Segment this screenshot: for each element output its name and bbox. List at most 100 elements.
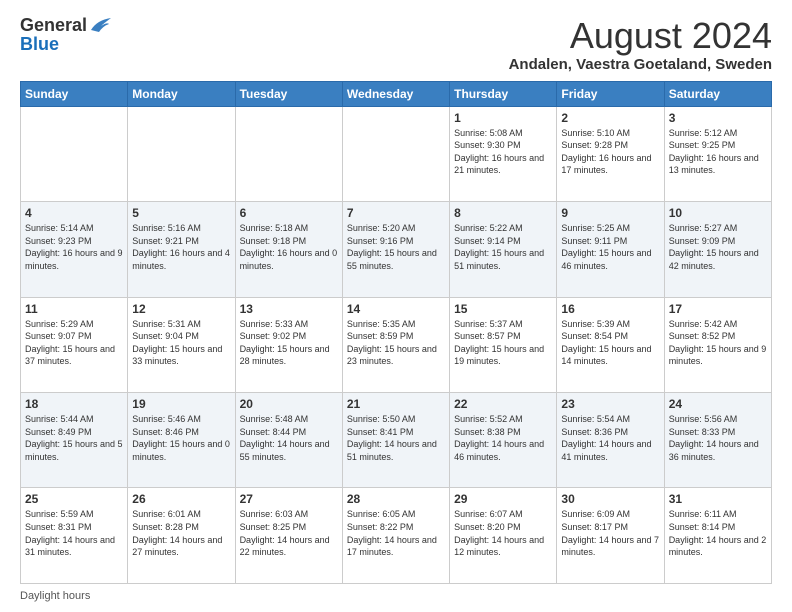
day-info: Sunrise: 6:07 AM Sunset: 8:20 PM Dayligh…: [454, 508, 552, 558]
day-info: Sunrise: 5:14 AM Sunset: 9:23 PM Dayligh…: [25, 222, 123, 272]
day-number: 19: [132, 397, 230, 411]
day-number: 12: [132, 302, 230, 316]
day-number: 30: [561, 492, 659, 506]
day-number: 21: [347, 397, 445, 411]
day-number: 15: [454, 302, 552, 316]
day-number: 18: [25, 397, 123, 411]
day-number: 5: [132, 206, 230, 220]
calendar-cell: 19 Sunrise: 5:46 AM Sunset: 8:46 PM Dayli…: [128, 393, 235, 488]
calendar-week-4: 18 Sunrise: 5:44 AM Sunset: 8:49 PM Dayli…: [21, 393, 772, 488]
day-info: Sunrise: 5:39 AM Sunset: 8:54 PM Dayligh…: [561, 318, 659, 368]
day-info: Sunrise: 5:52 AM Sunset: 8:38 PM Dayligh…: [454, 413, 552, 463]
day-number: 7: [347, 206, 445, 220]
col-wednesday: Wednesday: [342, 81, 449, 106]
calendar-week-3: 11 Sunrise: 5:29 AM Sunset: 9:07 PM Dayli…: [21, 297, 772, 392]
day-number: 6: [240, 206, 338, 220]
col-saturday: Saturday: [664, 81, 771, 106]
calendar-cell: 7 Sunrise: 5:20 AM Sunset: 9:16 PM Daylig…: [342, 202, 449, 297]
day-info: Sunrise: 5:20 AM Sunset: 9:16 PM Dayligh…: [347, 222, 445, 272]
calendar-header: Sunday Monday Tuesday Wednesday Thursday…: [21, 81, 772, 106]
calendar-cell: 20 Sunrise: 5:48 AM Sunset: 8:44 PM Dayli…: [235, 393, 342, 488]
calendar-cell: 26 Sunrise: 6:01 AM Sunset: 8:28 PM Dayli…: [128, 488, 235, 584]
day-number: 31: [669, 492, 767, 506]
calendar-week-1: 1 Sunrise: 5:08 AM Sunset: 9:30 PM Daylig…: [21, 106, 772, 201]
calendar-cell: 17Sunrise: 5:42 AM Sunset: 8:52 PM Dayli…: [664, 297, 771, 392]
day-number: 26: [132, 492, 230, 506]
day-info: Sunrise: 5:31 AM Sunset: 9:04 PM Dayligh…: [132, 318, 230, 368]
day-number: 4: [25, 206, 123, 220]
col-sunday: Sunday: [21, 81, 128, 106]
day-number: 11: [25, 302, 123, 316]
logo-general: General: [20, 16, 87, 34]
col-friday: Friday: [557, 81, 664, 106]
calendar-week-2: 4 Sunrise: 5:14 AM Sunset: 9:23 PM Daylig…: [21, 202, 772, 297]
day-number: 27: [240, 492, 338, 506]
day-info: Sunrise: 5:25 AM Sunset: 9:11 PM Dayligh…: [561, 222, 659, 272]
footer: Daylight hours: [20, 590, 772, 602]
day-info: Sunrise: 6:03 AM Sunset: 8:25 PM Dayligh…: [240, 508, 338, 558]
day-info: Sunrise: 5:16 AM Sunset: 9:21 PM Dayligh…: [132, 222, 230, 272]
day-number: 20: [240, 397, 338, 411]
day-number: 10: [669, 206, 767, 220]
calendar-week-5: 25 Sunrise: 5:59 AM Sunset: 8:31 PM Dayli…: [21, 488, 772, 584]
calendar-cell: 16 Sunrise: 5:39 AM Sunset: 8:54 PM Dayli…: [557, 297, 664, 392]
calendar-cell: 4 Sunrise: 5:14 AM Sunset: 9:23 PM Daylig…: [21, 202, 128, 297]
calendar-cell: 5 Sunrise: 5:16 AM Sunset: 9:21 PM Daylig…: [128, 202, 235, 297]
calendar-cell: 27 Sunrise: 6:03 AM Sunset: 8:25 PM Dayli…: [235, 488, 342, 584]
col-thursday: Thursday: [450, 81, 557, 106]
day-number: 2: [561, 111, 659, 125]
day-number: 3: [669, 111, 767, 125]
day-number: 13: [240, 302, 338, 316]
subtitle: Andalen, Vaestra Goetaland, Sweden: [509, 56, 772, 73]
day-info: Sunrise: 5:59 AM Sunset: 8:31 PM Dayligh…: [25, 508, 123, 558]
col-tuesday: Tuesday: [235, 81, 342, 106]
day-info: Sunrise: 5:10 AM Sunset: 9:28 PM Dayligh…: [561, 127, 659, 177]
day-info: Sunrise: 5:35 AM Sunset: 8:59 PM Dayligh…: [347, 318, 445, 368]
day-info: Sunrise: 6:09 AM Sunset: 8:17 PM Dayligh…: [561, 508, 659, 558]
logo-blue: Blue: [20, 34, 59, 55]
col-monday: Monday: [128, 81, 235, 106]
day-info: Sunrise: 5:37 AM Sunset: 8:57 PM Dayligh…: [454, 318, 552, 368]
page: General Blue August 2024 Andalen, Vaestr…: [0, 0, 792, 612]
day-info: Sunrise: 5:54 AM Sunset: 8:36 PM Dayligh…: [561, 413, 659, 463]
calendar-cell: [342, 106, 449, 201]
day-number: 29: [454, 492, 552, 506]
day-info: Sunrise: 5:08 AM Sunset: 9:30 PM Dayligh…: [454, 127, 552, 177]
day-number: 25: [25, 492, 123, 506]
header-row: Sunday Monday Tuesday Wednesday Thursday…: [21, 81, 772, 106]
calendar-cell: 2 Sunrise: 5:10 AM Sunset: 9:28 PM Daylig…: [557, 106, 664, 201]
calendar-cell: 10 Sunrise: 5:27 AM Sunset: 9:09 PM Dayli…: [664, 202, 771, 297]
day-info: Sunrise: 5:46 AM Sunset: 8:46 PM Dayligh…: [132, 413, 230, 463]
day-info: Sunrise: 5:44 AM Sunset: 8:49 PM Dayligh…: [25, 413, 123, 463]
calendar-cell: 1 Sunrise: 5:08 AM Sunset: 9:30 PM Daylig…: [450, 106, 557, 201]
day-number: 1: [454, 111, 552, 125]
day-number: 16: [561, 302, 659, 316]
day-info: Sunrise: 5:42 AM Sunset: 8:52 PM Dayligh…: [669, 318, 767, 368]
calendar-cell: [21, 106, 128, 201]
calendar-cell: 13 Sunrise: 5:33 AM Sunset: 9:02 PM Dayli…: [235, 297, 342, 392]
day-number: 9: [561, 206, 659, 220]
day-info: Sunrise: 5:18 AM Sunset: 9:18 PM Dayligh…: [240, 222, 338, 272]
day-number: 28: [347, 492, 445, 506]
calendar-cell: 29 Sunrise: 6:07 AM Sunset: 8:20 PM Dayli…: [450, 488, 557, 584]
day-info: Sunrise: 5:50 AM Sunset: 8:41 PM Dayligh…: [347, 413, 445, 463]
day-info: Sunrise: 5:29 AM Sunset: 9:07 PM Dayligh…: [25, 318, 123, 368]
calendar-body: 1 Sunrise: 5:08 AM Sunset: 9:30 PM Daylig…: [21, 106, 772, 583]
calendar-cell: 15 Sunrise: 5:37 AM Sunset: 8:57 PM Dayli…: [450, 297, 557, 392]
day-number: 8: [454, 206, 552, 220]
calendar-cell: 14Sunrise: 5:35 AM Sunset: 8:59 PM Dayli…: [342, 297, 449, 392]
calendar-cell: [235, 106, 342, 201]
day-info: Sunrise: 6:01 AM Sunset: 8:28 PM Dayligh…: [132, 508, 230, 558]
calendar-cell: 18 Sunrise: 5:44 AM Sunset: 8:49 PM Dayli…: [21, 393, 128, 488]
logo: General Blue: [20, 16, 111, 55]
day-info: Sunrise: 6:11 AM Sunset: 8:14 PM Dayligh…: [669, 508, 767, 558]
day-info: Sunrise: 5:33 AM Sunset: 9:02 PM Dayligh…: [240, 318, 338, 368]
header: General Blue August 2024 Andalen, Vaestr…: [20, 16, 772, 73]
day-info: Sunrise: 5:27 AM Sunset: 9:09 PM Dayligh…: [669, 222, 767, 272]
calendar-cell: 12 Sunrise: 5:31 AM Sunset: 9:04 PM Dayli…: [128, 297, 235, 392]
calendar-cell: 25 Sunrise: 5:59 AM Sunset: 8:31 PM Dayli…: [21, 488, 128, 584]
day-info: Sunrise: 6:05 AM Sunset: 8:22 PM Dayligh…: [347, 508, 445, 558]
day-info: Sunrise: 5:48 AM Sunset: 8:44 PM Dayligh…: [240, 413, 338, 463]
calendar-cell: 31 Sunrise: 6:11 AM Sunset: 8:14 PM Dayli…: [664, 488, 771, 584]
day-info: Sunrise: 5:56 AM Sunset: 8:33 PM Dayligh…: [669, 413, 767, 463]
